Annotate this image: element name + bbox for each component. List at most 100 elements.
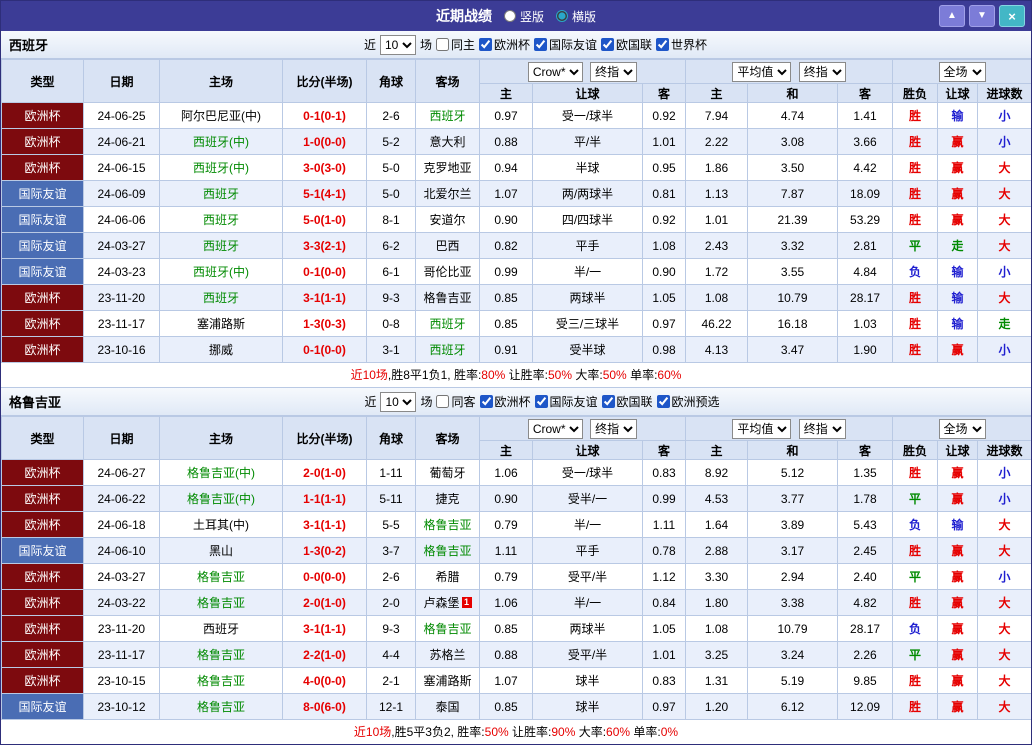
league-filter[interactable]: 国际友谊 [534, 36, 597, 53]
handicap-away-odds: 1.05 [643, 285, 686, 311]
league-filter[interactable]: 欧国联 [602, 393, 653, 410]
move-down-button[interactable]: ▼ [969, 5, 995, 27]
avg-home-odds: 2.43 [686, 233, 748, 259]
league-filter[interactable]: 欧洲预选 [657, 393, 720, 410]
summary-segment: ,胜8平1负1, [388, 368, 454, 382]
summary-segment: 单率: [630, 725, 661, 739]
handicap-line: 受平/半 [533, 564, 643, 590]
league-checkbox[interactable] [656, 38, 669, 51]
avg-draw-odds: 6.12 [748, 694, 838, 720]
result-handicap: 赢 [938, 616, 978, 642]
bookmaker-select[interactable]: Crow* [528, 62, 583, 82]
away-team: 葡萄牙 [416, 460, 480, 486]
final-odds-select-1[interactable]: 终指 [590, 419, 637, 439]
avg-away-odds: 9.85 [838, 668, 893, 694]
away-team: 捷克 [416, 486, 480, 512]
final-odds-select-2[interactable]: 终指 [799, 62, 846, 82]
bookmaker-select[interactable]: Crow* [528, 419, 583, 439]
handicap-home-odds: 0.85 [480, 694, 533, 720]
league-checkbox[interactable] [657, 395, 670, 408]
league-checkbox[interactable] [535, 395, 548, 408]
scope-select[interactable]: 全场 [939, 419, 986, 439]
match-date: 24-03-22 [84, 590, 160, 616]
average-select[interactable]: 平均值 [732, 419, 791, 439]
match-type: 国际友谊 [2, 694, 84, 720]
handicap-away-odds: 1.11 [643, 512, 686, 538]
handicap-away-odds: 1.05 [643, 616, 686, 642]
home-team: 黑山 [160, 538, 283, 564]
same-venue-checkbox[interactable] [436, 395, 449, 408]
games-label: 场 [420, 36, 432, 53]
move-up-button[interactable]: ▲ [939, 5, 965, 27]
score-halftime: 5-1(4-1) [283, 181, 367, 207]
match-date: 23-10-15 [84, 668, 160, 694]
same-venue-filter[interactable]: 同主 [436, 36, 475, 53]
match-date: 24-06-10 [84, 538, 160, 564]
league-filter[interactable]: 欧洲杯 [479, 36, 530, 53]
match-count-select[interactable]: 10 [380, 392, 416, 412]
league-checkbox[interactable] [479, 38, 492, 51]
avg-home-odds: 3.25 [686, 642, 748, 668]
league-checkbox[interactable] [601, 38, 614, 51]
score-halftime: 5-0(1-0) [283, 207, 367, 233]
match-row: 国际友谊24-03-23西班牙(中)0-1(0-0)6-1哥伦比亚0.99半/一… [2, 259, 1032, 285]
league-checkbox[interactable] [534, 38, 547, 51]
corners: 2-6 [367, 103, 416, 129]
match-type: 国际友谊 [2, 181, 84, 207]
handicap-line: 两/两球半 [533, 181, 643, 207]
layout-horizontal-radio[interactable]: 横版 [556, 8, 596, 25]
match-row: 国际友谊23-10-12格鲁吉亚8-0(6-0)12-1泰国0.85球半0.97… [2, 694, 1032, 720]
same-venue-checkbox[interactable] [436, 38, 449, 51]
avg-away-odds: 28.17 [838, 616, 893, 642]
sub-header-away-odds: 客 [643, 84, 686, 103]
handicap-home-odds: 1.07 [480, 668, 533, 694]
league-checkbox[interactable] [602, 395, 615, 408]
league-checkbox[interactable] [480, 395, 493, 408]
handicap-home-odds: 0.91 [480, 337, 533, 363]
same-venue-filter[interactable]: 同客 [436, 393, 475, 410]
score-halftime: 4-0(0-0) [283, 668, 367, 694]
match-date: 24-06-21 [84, 129, 160, 155]
match-type: 欧洲杯 [2, 337, 84, 363]
away-team: 西班牙 [416, 311, 480, 337]
handicap-line: 受一/球半 [533, 460, 643, 486]
result-outcome: 平 [893, 233, 938, 259]
layout-vertical-radio[interactable]: 竖版 [504, 8, 544, 25]
away-team: 西班牙 [416, 103, 480, 129]
league-label: 欧国联 [617, 393, 653, 410]
summary-segment: 大率: [575, 725, 606, 739]
col-header-score: 比分(半场) [283, 417, 367, 460]
col-header-corner: 角球 [367, 417, 416, 460]
result-handicap: 赢 [938, 460, 978, 486]
league-filter[interactable]: 欧洲杯 [480, 393, 531, 410]
handicap-home-odds: 0.85 [480, 311, 533, 337]
home-team: 挪威 [160, 337, 283, 363]
recent-results-window: 近期战绩 竖版 横版 ▲ ▼ × 西班牙 近 10 场 [0, 0, 1032, 745]
team-name: 格鲁吉亚 [9, 392, 61, 411]
result-outcome: 胜 [893, 337, 938, 363]
sub-header-avg-away: 客 [838, 84, 893, 103]
average-select[interactable]: 平均值 [732, 62, 791, 82]
score-halftime: 0-0(0-0) [283, 564, 367, 590]
summary-segment: ,胜5平3负2, [391, 725, 457, 739]
horizontal-radio-input[interactable] [556, 10, 568, 22]
scope-select[interactable]: 全场 [939, 62, 986, 82]
away-team: 卢森堡1 [416, 590, 480, 616]
near-label: 近 [364, 36, 376, 53]
close-button[interactable]: × [999, 5, 1025, 27]
league-filter[interactable]: 国际友谊 [535, 393, 598, 410]
final-odds-select-1[interactable]: 终指 [590, 62, 637, 82]
match-type: 欧洲杯 [2, 460, 84, 486]
handicap-home-odds: 1.11 [480, 538, 533, 564]
match-count-select[interactable]: 10 [380, 35, 416, 55]
result-handicap: 赢 [938, 564, 978, 590]
league-filter[interactable]: 欧国联 [601, 36, 652, 53]
home-team: 阿尔巴尼亚(中) [160, 103, 283, 129]
sections-container: 西班牙 近 10 场 同主 欧洲杯国际友谊欧国联世界杯 类 [1, 31, 1031, 745]
away-team: 格鲁吉亚 [416, 512, 480, 538]
vertical-radio-input[interactable] [504, 10, 516, 22]
match-row: 欧洲杯23-11-17塞浦路斯1-3(0-3)0-8西班牙0.85受三/三球半0… [2, 311, 1032, 337]
final-odds-select-2[interactable]: 终指 [799, 419, 846, 439]
league-filter[interactable]: 世界杯 [656, 36, 707, 53]
match-row: 国际友谊24-06-06西班牙5-0(1-0)8-1安道尔0.90四/四球半0.… [2, 207, 1032, 233]
